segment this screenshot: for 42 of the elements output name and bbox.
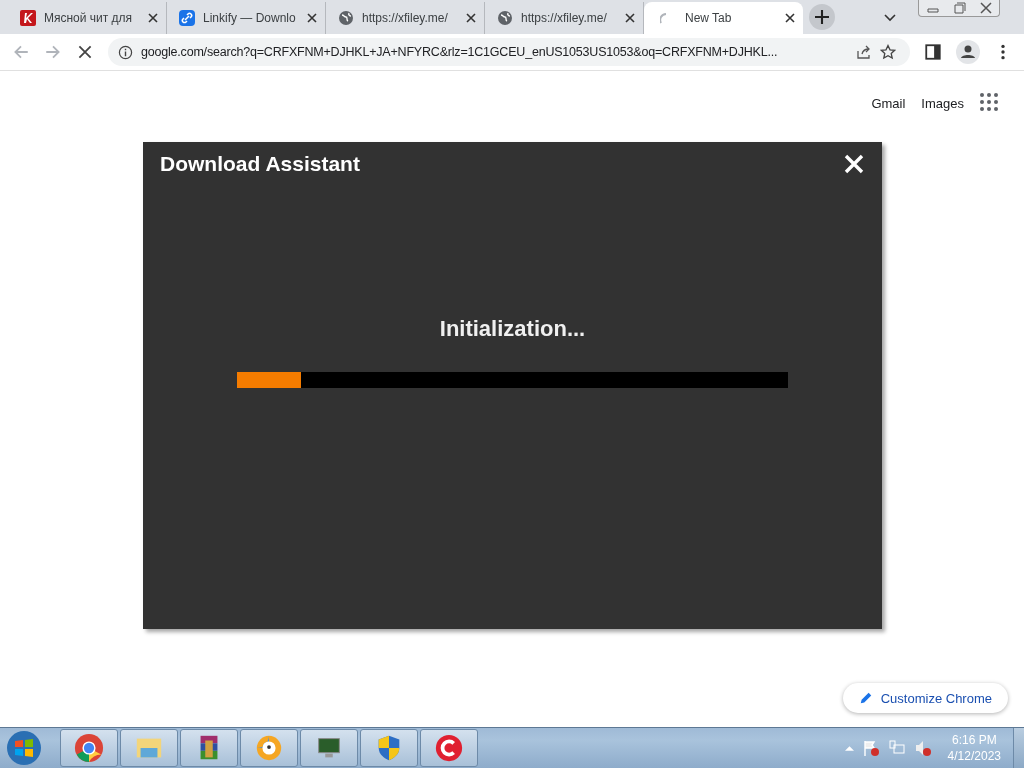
customize-chrome-button[interactable]: Customize Chrome (842, 683, 1008, 713)
game-logo-icon (20, 10, 36, 26)
browser-tab[interactable]: New Tab (644, 2, 803, 34)
flag-error-icon[interactable] (861, 739, 880, 757)
stop-icon[interactable] (76, 43, 94, 61)
loading-spinner-icon (660, 12, 667, 24)
info-icon (118, 44, 133, 60)
globe-icon (497, 10, 513, 26)
dialog-title: Download Assistant (160, 152, 360, 176)
plus-icon (815, 10, 829, 24)
globe-icon (338, 10, 354, 26)
taskbar-app[interactable] (420, 729, 478, 767)
chevron-down-icon[interactable] (884, 14, 896, 22)
new-tab-button[interactable] (809, 4, 835, 30)
window-controls[interactable] (918, 0, 1000, 17)
close-icon[interactable] (148, 13, 158, 23)
star-icon[interactable] (880, 44, 896, 60)
taskbar-app[interactable] (180, 729, 238, 767)
taskbar-app[interactable] (60, 729, 118, 767)
header-link[interactable]: Gmail (871, 95, 906, 111)
speaker-muted-icon[interactable] (913, 739, 932, 757)
status-text: Initialization... (439, 316, 586, 342)
close-icon[interactable] (307, 13, 317, 23)
taskbar-app[interactable] (240, 729, 298, 767)
close-icon[interactable] (466, 13, 476, 23)
browser-icon (254, 733, 284, 763)
pencil-icon (858, 691, 873, 705)
link-icon (179, 10, 195, 26)
close-icon[interactable] (785, 13, 795, 23)
start-button[interactable] (4, 729, 44, 767)
address-bar[interactable]: google.com/search?q=CRFXFNM+DJHKL+JA+NFYRC&rlz=1C1GCEU_enUS1053US1053&oq=CRFXFNM+DJHKL... (108, 38, 910, 66)
apps-grid-icon[interactable] (980, 93, 1000, 113)
profile-icon[interactable] (956, 40, 980, 64)
share-icon[interactable] (856, 44, 872, 60)
letter-c-logo-icon (434, 733, 464, 763)
chrome-icon (74, 733, 104, 763)
close-icon[interactable] (625, 13, 635, 23)
taskbar-app[interactable] (300, 729, 358, 767)
side-panel-icon[interactable] (924, 43, 942, 61)
taskbar-app[interactable] (360, 729, 418, 767)
header-link[interactable]: Images (921, 95, 964, 111)
taskbar-app[interactable] (120, 729, 178, 767)
